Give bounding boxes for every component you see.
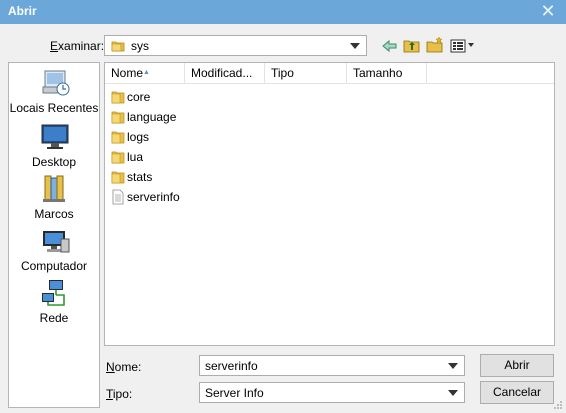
chevron-down-icon[interactable]: [448, 390, 458, 396]
lookin-label: Examinar:: [50, 39, 105, 53]
file-name: logs: [127, 130, 150, 144]
place-network[interactable]: Rede: [9, 277, 99, 329]
place-label: Marcos: [34, 207, 74, 221]
recent-places-icon: [42, 70, 70, 96]
up-folder-icon[interactable]: [403, 37, 421, 55]
places-bar: Locais Recentes Desktop Marcos Computado…: [8, 62, 100, 408]
place-desktop[interactable]: Desktop: [9, 121, 99, 173]
new-folder-icon[interactable]: [426, 36, 444, 54]
desktop-icon: [41, 124, 69, 149]
close-icon[interactable]: ✕: [538, 1, 558, 21]
place-label: Computador: [20, 259, 88, 273]
title-bar[interactable]: Abrir ✕: [0, 0, 566, 24]
open-dialog: Abrir ✕ Examinar: sys Locais Recentes De…: [0, 0, 566, 413]
folder-icon: [111, 131, 125, 144]
place-computer[interactable]: Computador: [9, 225, 99, 277]
column-modified[interactable]: Modificad...: [185, 63, 265, 84]
folder-icon: [111, 151, 125, 164]
sort-up-icon: ▲: [143, 69, 150, 76]
filename-label: Nome:: [106, 360, 142, 374]
views-menu-icon[interactable]: [450, 37, 478, 55]
column-header: ▲ Nome Modificad... Tipo Tamanho: [105, 63, 554, 84]
list-item[interactable]: language: [105, 107, 554, 127]
list-item[interactable]: core: [105, 87, 554, 107]
list-item[interactable]: serverinfo: [105, 187, 554, 207]
column-type[interactable]: Tipo: [265, 63, 347, 84]
libraries-icon: [43, 175, 65, 202]
network-icon: [42, 280, 65, 306]
list-item[interactable]: stats: [105, 167, 554, 187]
chevron-down-icon[interactable]: [448, 363, 458, 369]
resize-grip-icon[interactable]: [553, 400, 563, 410]
chevron-down-icon[interactable]: [350, 43, 360, 49]
file-name: stats: [127, 170, 153, 184]
list-item[interactable]: lua: [105, 147, 554, 167]
filetype-dropdown[interactable]: Server Info: [199, 382, 465, 403]
cancel-button[interactable]: Cancelar: [480, 381, 554, 404]
file-name: core: [127, 90, 151, 104]
file-name: language: [127, 110, 177, 124]
file-rows: core language logs lua stats serverinfo: [105, 87, 554, 207]
back-arrow-icon[interactable]: [381, 37, 399, 55]
filename-field[interactable]: serverinfo: [199, 355, 465, 376]
folder-icon: [111, 91, 125, 104]
column-name[interactable]: ▲ Nome: [105, 63, 185, 84]
lookin-value: sys: [131, 39, 149, 53]
window-title: Abrir: [8, 4, 37, 18]
file-name: serverinfo: [127, 190, 180, 204]
file-list[interactable]: ▲ Nome Modificad... Tipo Tamanho core la…: [104, 62, 555, 346]
folder-icon: [111, 41, 125, 52]
open-button[interactable]: Abrir: [480, 354, 554, 377]
file-name: lua: [127, 150, 144, 164]
lookin-dropdown[interactable]: sys: [104, 35, 367, 56]
place-libraries[interactable]: Marcos: [9, 173, 99, 225]
column-size[interactable]: Tamanho: [347, 63, 427, 84]
filetype-value: Server Info: [205, 386, 264, 400]
document-icon: [112, 189, 124, 205]
filename-value: serverinfo: [205, 359, 258, 373]
folder-icon: [111, 171, 125, 184]
place-label: Rede: [39, 311, 69, 325]
place-recent-places[interactable]: Locais Recentes: [9, 67, 99, 119]
list-item[interactable]: logs: [105, 127, 554, 147]
computer-icon: [43, 231, 70, 253]
folder-icon: [111, 111, 125, 124]
filetype-label: Tipo:: [106, 387, 133, 401]
place-label: Desktop: [31, 155, 77, 169]
place-label: Locais Recentes: [9, 101, 99, 115]
